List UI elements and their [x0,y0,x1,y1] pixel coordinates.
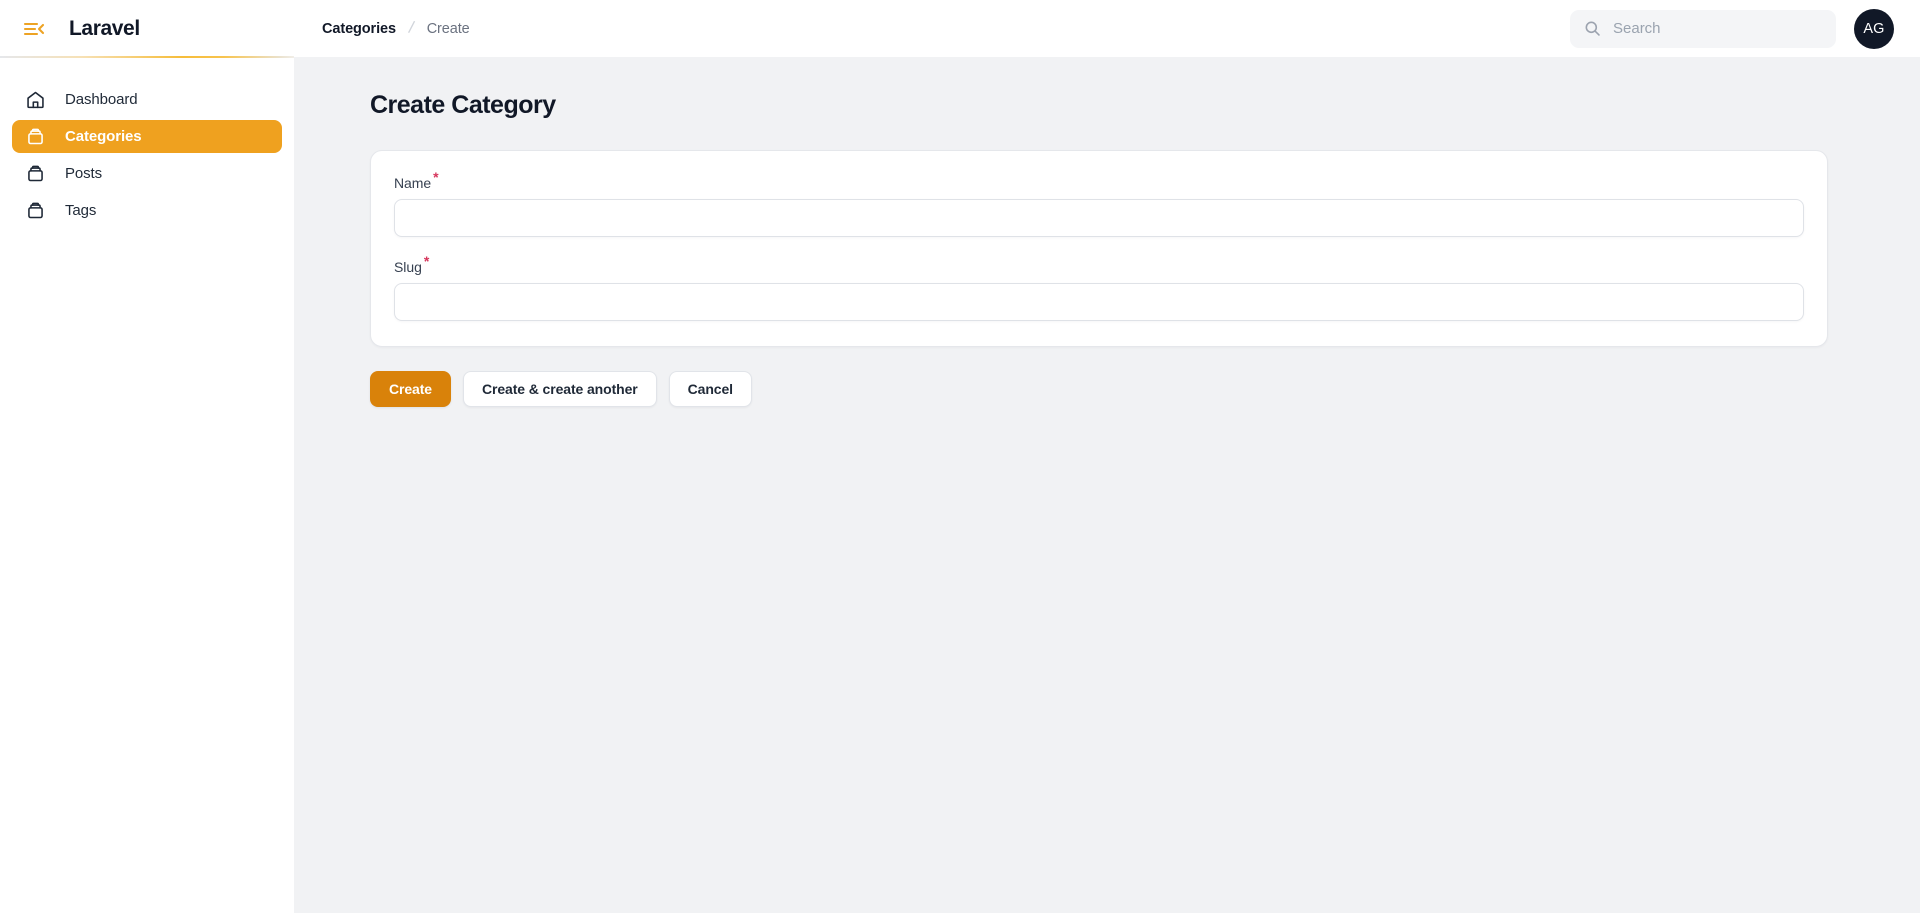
sidebar-nav: Dashboard Categories Posts Tags [0,57,294,227]
field-name: Name * [394,170,1804,237]
required-marker: * [433,169,439,186]
search-icon [1583,19,1602,38]
archive-box-icon [25,200,46,221]
sidebar-item-label: Posts [65,165,103,182]
bars-arrow-left-icon[interactable] [21,16,47,42]
content-area: Create Category Name * Slug * Create Cre… [294,57,1920,913]
sidebar-item-label: Tags [65,202,97,219]
sidebar-item-posts[interactable]: Posts [12,157,282,190]
sidebar: Laravel Dashboard Categories Posts Tags [0,0,294,913]
field-label-slug: Slug * [394,254,1804,275]
global-search[interactable] [1570,9,1836,48]
create-button[interactable]: Create [370,371,451,407]
main-area: Categories / Create AG Create Category [294,0,1920,913]
sidebar-item-dashboard[interactable]: Dashboard [12,83,282,116]
breadcrumb-separator: / [407,17,416,37]
form-actions: Create Create & create another Cancel [370,371,1828,407]
home-icon [25,89,46,110]
app-root: Laravel Dashboard Categories Posts Tags … [0,0,1920,913]
sidebar-item-label: Categories [65,128,142,145]
breadcrumb-item-create: Create [426,20,470,37]
archive-box-icon [25,126,46,147]
field-label-text: Name [394,175,432,191]
brand-logo-text[interactable]: Laravel [69,17,140,41]
form-card: Name * Slug * [370,150,1828,347]
page-title: Create Category [370,91,556,119]
breadcrumb-item-categories[interactable]: Categories [322,21,396,37]
required-marker: * [423,253,430,270]
topbar: Categories / Create AG [294,0,1920,57]
archive-box-icon [25,163,46,184]
avatar[interactable]: AG [1854,8,1894,49]
sidebar-divider [0,56,294,58]
create-and-create-another-button[interactable]: Create & create another [462,371,657,407]
sidebar-item-categories[interactable]: Categories [12,120,282,153]
field-label-text: Slug [394,259,422,275]
field-label-name: Name * [394,170,1804,191]
sidebar-item-label: Dashboard [65,91,138,108]
search-input[interactable] [1613,20,1822,37]
sidebar-header: Laravel [0,0,294,57]
cancel-button[interactable]: Cancel [668,371,752,407]
sidebar-item-tags[interactable]: Tags [12,194,282,227]
name-input[interactable] [394,199,1804,237]
slug-input[interactable] [394,283,1804,321]
field-slug: Slug * [394,254,1804,321]
breadcrumb: Categories / Create [322,17,470,39]
